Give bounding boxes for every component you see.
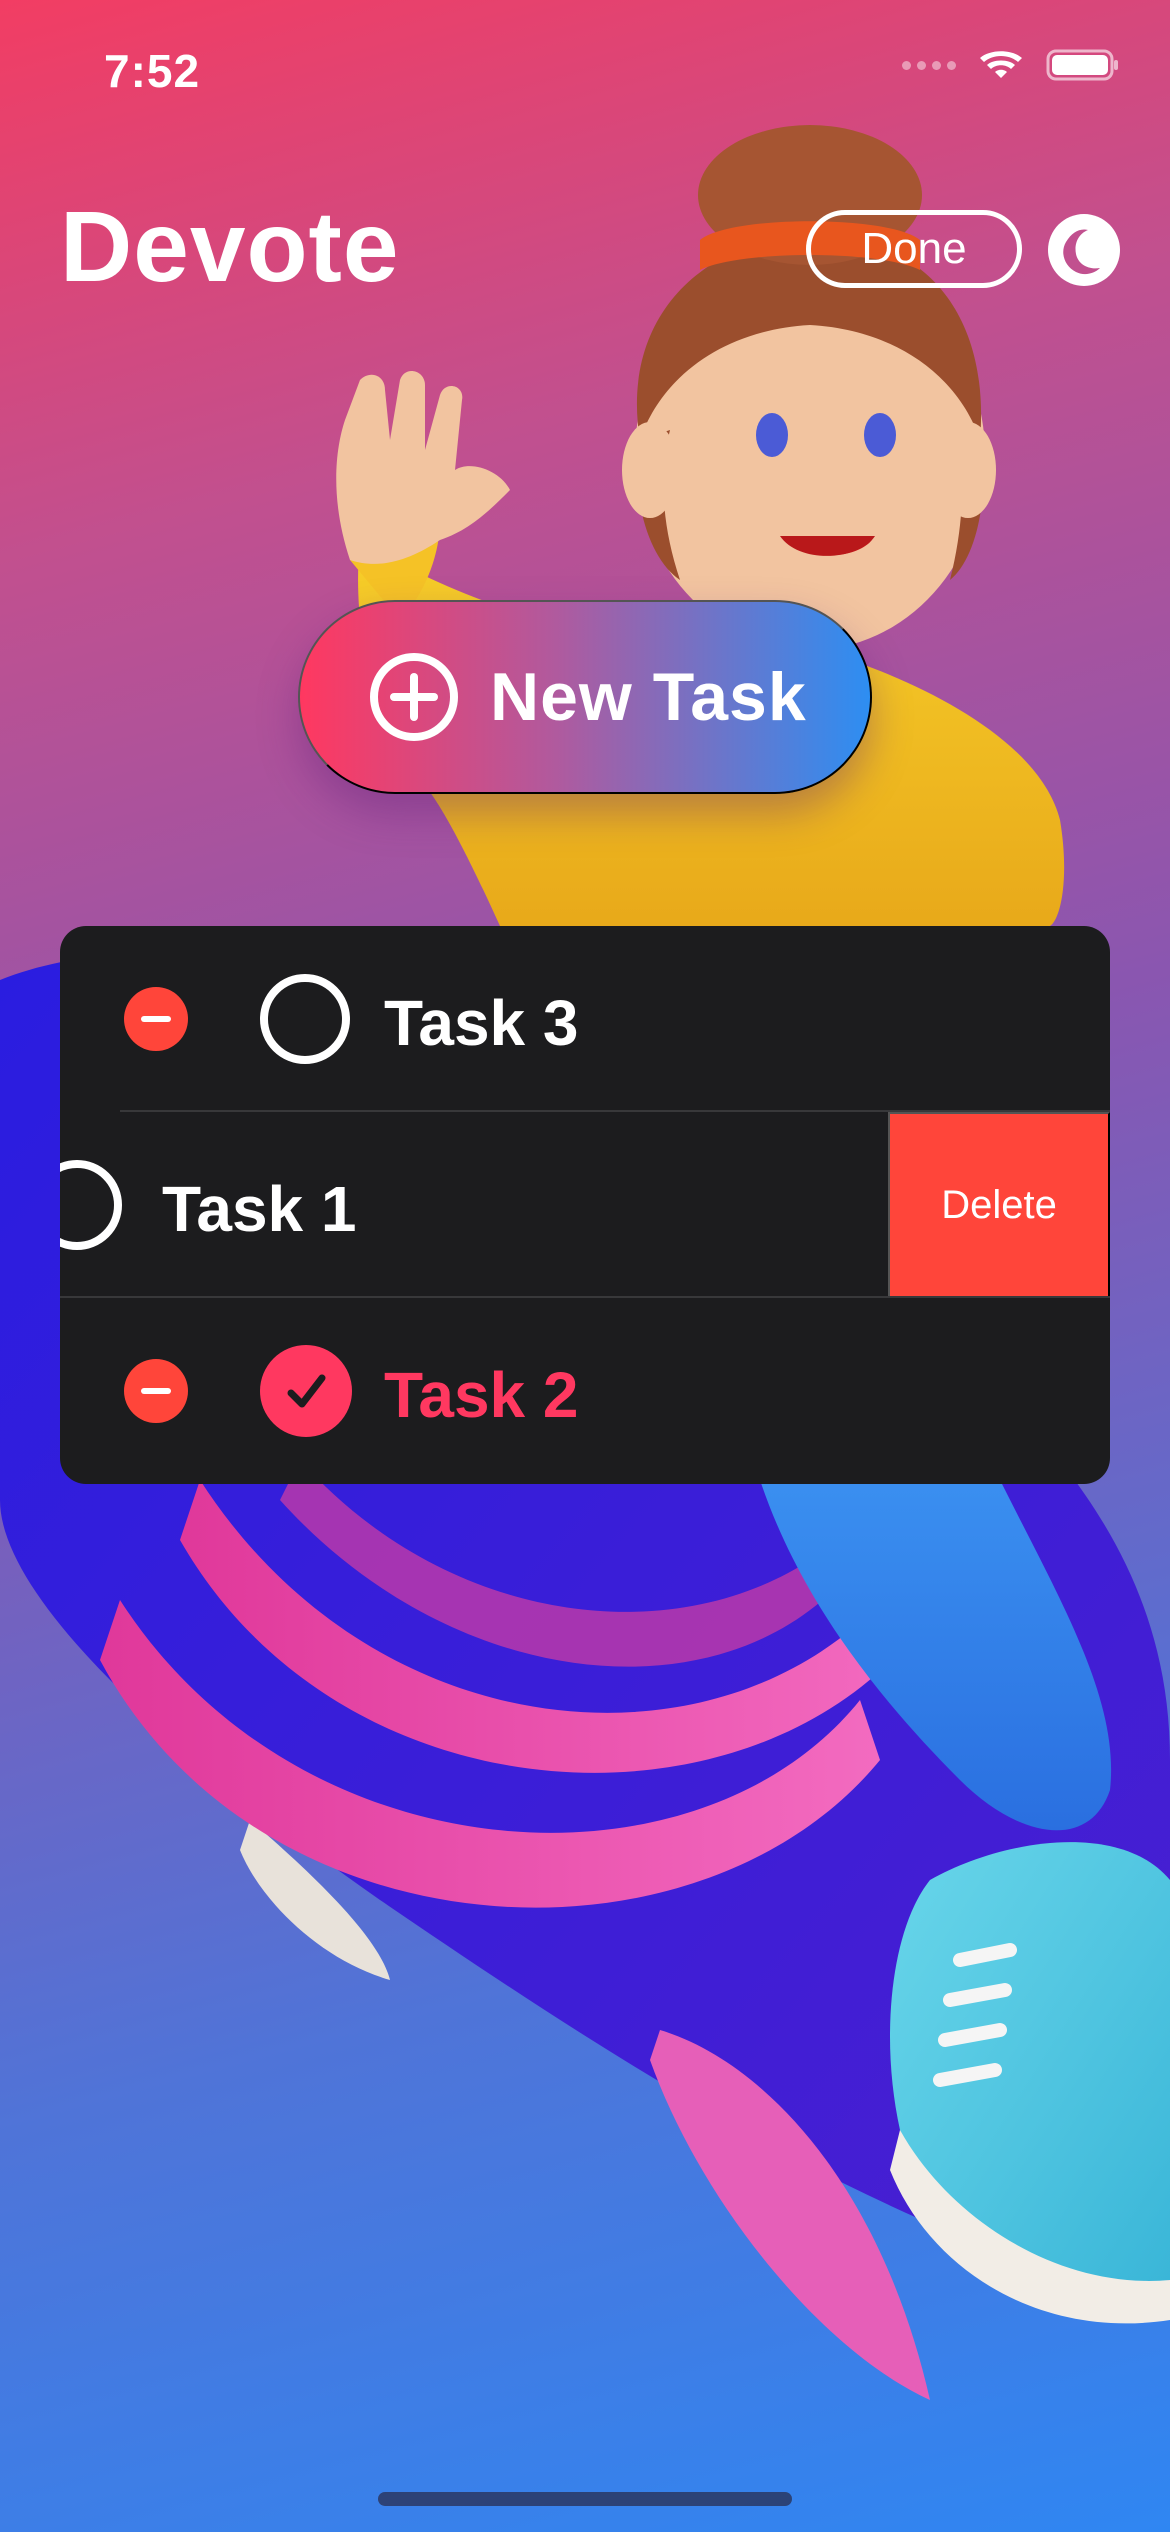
task-row[interactable]: Task 2: [60, 1298, 1110, 1484]
task-label: Task 2: [384, 1359, 579, 1431]
task-list: Task 3 Task 1 Delete Task 2: [60, 926, 1110, 1484]
battery-icon: [1046, 49, 1118, 81]
task-label: Task 1: [162, 1173, 357, 1245]
wifi-icon: [980, 51, 1022, 78]
status-time: 7:52: [104, 45, 201, 97]
page-title: Devote: [60, 191, 400, 303]
task-label: Task 3: [384, 987, 579, 1059]
moon-icon: [1048, 214, 1120, 286]
new-task-label: New Task: [490, 659, 807, 735]
new-task-button[interactable]: New Task: [298, 600, 872, 794]
home-indicator[interactable]: [378, 2492, 792, 2506]
checkbox-unchecked[interactable]: [260, 974, 350, 1064]
delete-minus-button[interactable]: [124, 1359, 188, 1423]
theme-toggle-button[interactable]: [1048, 214, 1120, 286]
signal-dots-icon: [902, 60, 956, 70]
delete-minus-button[interactable]: [124, 987, 188, 1051]
plus-circle-icon: [370, 653, 458, 741]
checkmark-icon: [287, 1374, 326, 1408]
app-screen: 7:52 Devote Done New Task Task 3 Task 1 …: [0, 0, 1170, 2532]
task-row[interactable]: Task 3: [60, 926, 1110, 1112]
done-button[interactable]: Done: [806, 210, 1022, 288]
swipe-delete-button[interactable]: Delete: [888, 1112, 1110, 1298]
status-icons: [902, 48, 1120, 82]
checkbox-unchecked[interactable]: [60, 1160, 122, 1250]
checkbox-checked[interactable]: [260, 1345, 352, 1437]
